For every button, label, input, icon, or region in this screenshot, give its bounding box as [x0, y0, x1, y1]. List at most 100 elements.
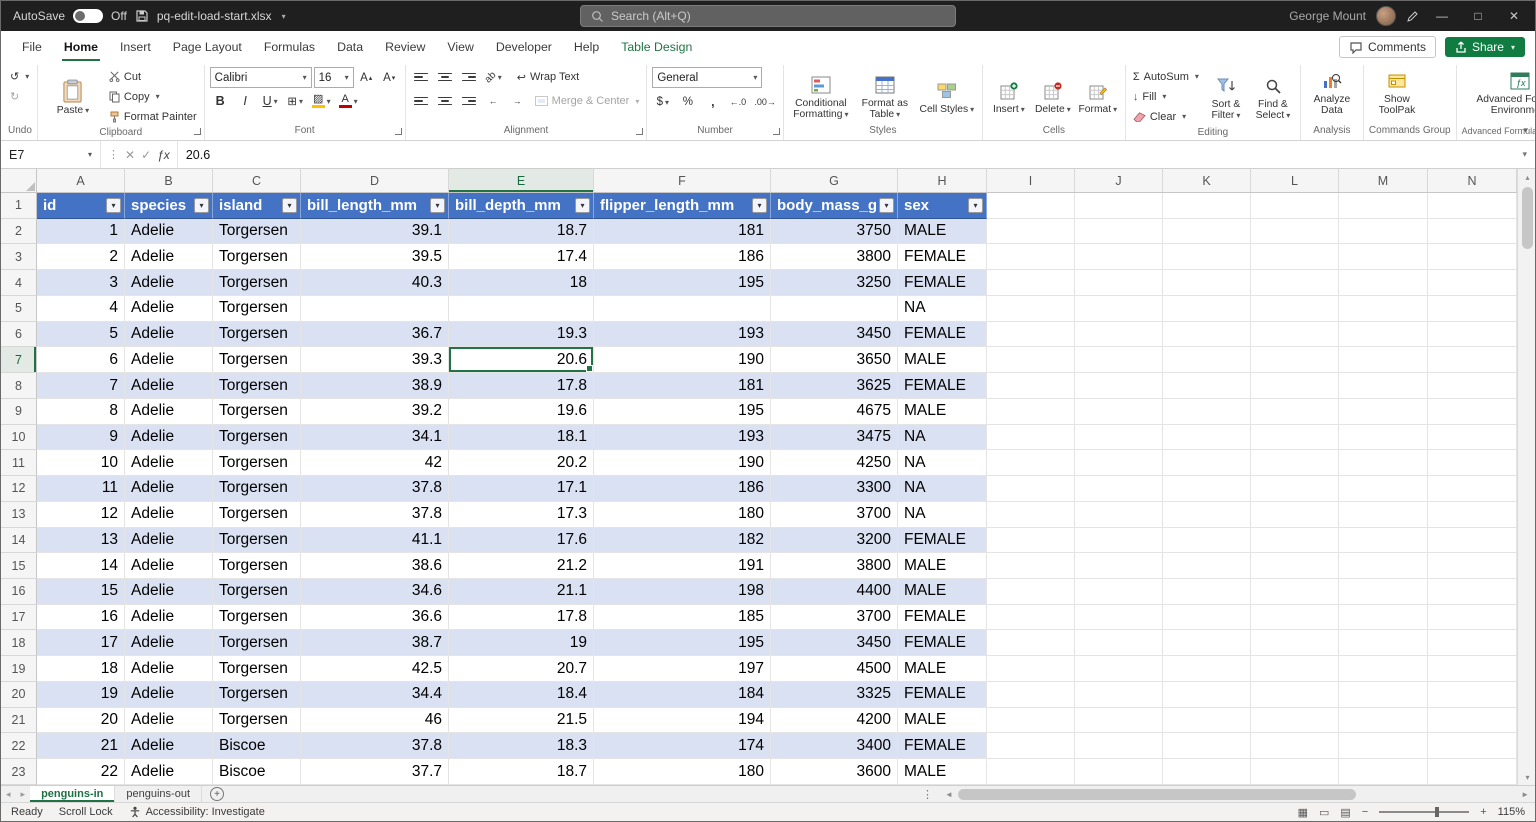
cell-K5[interactable] [1163, 296, 1251, 322]
cell-K18[interactable] [1163, 630, 1251, 656]
cell-H8[interactable]: FEMALE [898, 373, 987, 399]
cell-D2[interactable]: 39.1 [301, 219, 449, 245]
insert-function-icon[interactable]: ƒx [157, 148, 170, 162]
cell-B20[interactable]: Adelie [125, 682, 213, 708]
cell-L17[interactable] [1251, 605, 1339, 631]
cell-A13[interactable]: 12 [37, 502, 125, 528]
cell-G5[interactable] [771, 296, 898, 322]
cell-E4[interactable]: 18 [449, 270, 594, 296]
table-header-cell-bill_length_mm[interactable]: bill_length_mm▾ [301, 193, 449, 219]
cell-K9[interactable] [1163, 399, 1251, 425]
cell-C20[interactable]: Torgersen [213, 682, 301, 708]
cell-F10[interactable]: 193 [594, 425, 771, 451]
cell-K8[interactable] [1163, 373, 1251, 399]
table-header-cell-species[interactable]: species▾ [125, 193, 213, 219]
cell-I8[interactable] [987, 373, 1075, 399]
tab-view[interactable]: View [436, 31, 484, 63]
cell-J3[interactable] [1075, 244, 1163, 270]
autosave-toggle[interactable] [73, 9, 103, 23]
horizontal-scrollbar[interactable]: ◄ ► [939, 786, 1535, 802]
cell-K22[interactable] [1163, 733, 1251, 759]
row-header-16[interactable]: 16 [1, 579, 37, 605]
row-header-5[interactable]: 5 [1, 296, 37, 322]
cell-I17[interactable] [987, 605, 1075, 631]
cell-I16[interactable] [987, 579, 1075, 605]
cell-B18[interactable]: Adelie [125, 630, 213, 656]
cell-C10[interactable]: Torgersen [213, 425, 301, 451]
cell-M1[interactable] [1339, 193, 1428, 219]
cell-A4[interactable]: 3 [37, 270, 125, 296]
cell-A15[interactable]: 14 [37, 553, 125, 579]
decrease-indent-button[interactable]: ← [483, 91, 504, 111]
underline-button[interactable]: U▾ [260, 91, 281, 111]
cell-B13[interactable]: Adelie [125, 502, 213, 528]
cell-N23[interactable] [1428, 759, 1517, 785]
cell-C6[interactable]: Torgersen [213, 322, 301, 348]
cell-I15[interactable] [987, 553, 1075, 579]
cell-L7[interactable] [1251, 347, 1339, 373]
cell-C13[interactable]: Torgersen [213, 502, 301, 528]
cell-I10[interactable] [987, 425, 1075, 451]
cell-L8[interactable] [1251, 373, 1339, 399]
row-header-6[interactable]: 6 [1, 322, 37, 348]
cell-L11[interactable] [1251, 450, 1339, 476]
normal-view-icon[interactable]: ▦ [1298, 806, 1308, 819]
table-header-cell-body_mass_g[interactable]: body_mass_g▾ [771, 193, 898, 219]
cell-K17[interactable] [1163, 605, 1251, 631]
cell-J11[interactable] [1075, 450, 1163, 476]
cell-G2[interactable]: 3750 [771, 219, 898, 245]
cell-G11[interactable]: 4250 [771, 450, 898, 476]
cell-J18[interactable] [1075, 630, 1163, 656]
cell-C8[interactable]: Torgersen [213, 373, 301, 399]
shrink-font-button[interactable]: A▾ [379, 68, 400, 88]
cell-G8[interactable]: 3625 [771, 373, 898, 399]
cell-L22[interactable] [1251, 733, 1339, 759]
cell-B5[interactable]: Adelie [125, 296, 213, 322]
autosum-button[interactable]: ΣAutoSum▾ [1131, 67, 1201, 86]
advanced-formula-environment-button[interactable]: ƒx Advanced Formula Environment [1462, 67, 1536, 116]
column-header-M[interactable]: M [1339, 169, 1428, 192]
cell-H14[interactable]: FEMALE [898, 528, 987, 554]
cell-L2[interactable] [1251, 219, 1339, 245]
cell-L15[interactable] [1251, 553, 1339, 579]
sheet-tab-penguins-in[interactable]: penguins-in [30, 786, 115, 802]
cell-J23[interactable] [1075, 759, 1163, 785]
find-select-button[interactable]: Find & Select▾ [1251, 72, 1295, 121]
row-header-8[interactable]: 8 [1, 373, 37, 399]
row-header-19[interactable]: 19 [1, 656, 37, 682]
cell-G17[interactable]: 3700 [771, 605, 898, 631]
cell-K6[interactable] [1163, 322, 1251, 348]
filter-button[interactable]: ▾ [106, 198, 121, 213]
row-header-14[interactable]: 14 [1, 528, 37, 554]
cell-C3[interactable]: Torgersen [213, 244, 301, 270]
format-cells-button[interactable]: Format▾ [1076, 77, 1120, 115]
cell-L23[interactable] [1251, 759, 1339, 785]
tab-formulas[interactable]: Formulas [253, 31, 326, 63]
cell-A7[interactable]: 6 [37, 347, 125, 373]
column-header-I[interactable]: I [987, 169, 1075, 192]
table-header-cell-bill_depth_mm[interactable]: bill_depth_mm▾ [449, 193, 594, 219]
cell-B4[interactable]: Adelie [125, 270, 213, 296]
filter-button[interactable]: ▾ [194, 198, 209, 213]
cell-L16[interactable] [1251, 579, 1339, 605]
cell-G6[interactable]: 3450 [771, 322, 898, 348]
filter-button[interactable]: ▾ [879, 198, 894, 213]
filter-button[interactable]: ▾ [575, 198, 590, 213]
cell-F4[interactable]: 195 [594, 270, 771, 296]
cell-N7[interactable] [1428, 347, 1517, 373]
cell-B7[interactable]: Adelie [125, 347, 213, 373]
cell-F14[interactable]: 182 [594, 528, 771, 554]
cell-B23[interactable]: Adelie [125, 759, 213, 785]
enter-icon[interactable]: ✓ [141, 148, 151, 162]
cell-A18[interactable]: 17 [37, 630, 125, 656]
cell-C16[interactable]: Torgersen [213, 579, 301, 605]
cell-I11[interactable] [987, 450, 1075, 476]
fill-button[interactable]: ↓Fill▾ [1131, 87, 1169, 106]
cell-H11[interactable]: NA [898, 450, 987, 476]
cell-E20[interactable]: 18.4 [449, 682, 594, 708]
zoom-slider[interactable] [1379, 811, 1469, 813]
cell-B11[interactable]: Adelie [125, 450, 213, 476]
cell-C19[interactable]: Torgersen [213, 656, 301, 682]
cell-N17[interactable] [1428, 605, 1517, 631]
cell-D20[interactable]: 34.4 [301, 682, 449, 708]
